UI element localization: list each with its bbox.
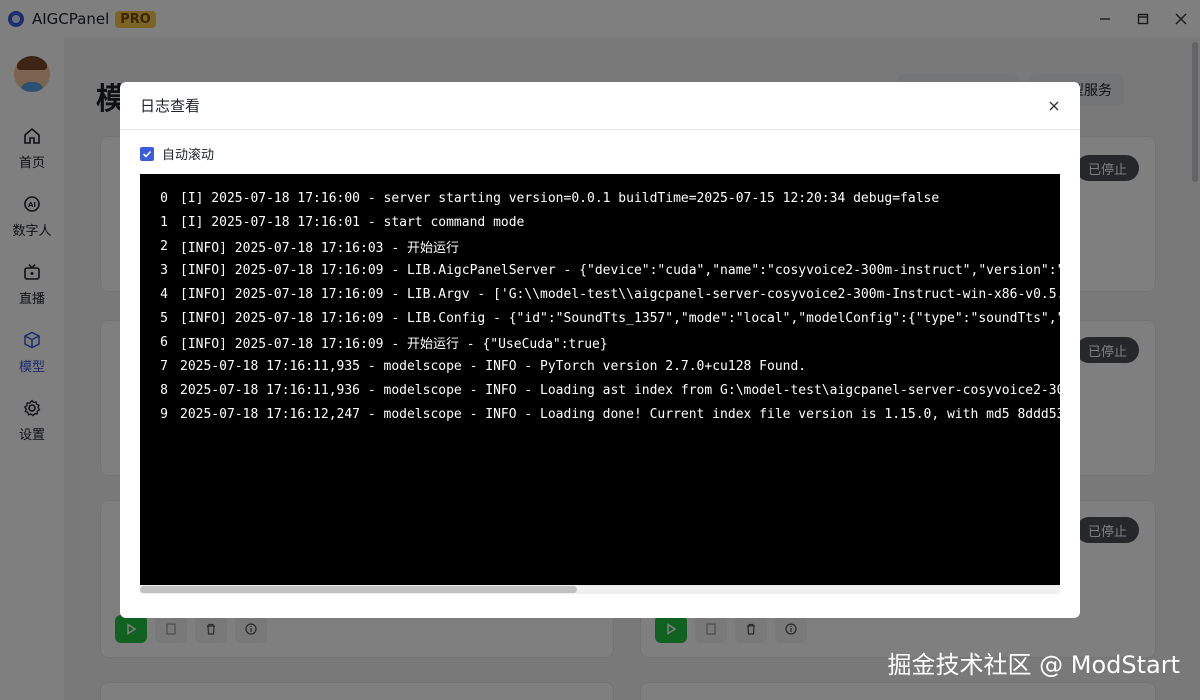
log-line-text: [INFO] 2025-07-18 17:16:03 - 开始运行 bbox=[180, 240, 459, 256]
auto-scroll-toggle[interactable]: 自动滚动 bbox=[140, 144, 214, 163]
log-line: 3 [INFO] 2025-07-18 17:16:09 - LIB.AigcPa… bbox=[140, 258, 1060, 282]
log-line-text: [I] 2025-07-18 17:16:00 - server startin… bbox=[180, 190, 940, 206]
log-horizontal-scrollbar[interactable] bbox=[140, 585, 1060, 594]
log-line-text: [I] 2025-07-18 17:16:01 - start command … bbox=[180, 214, 525, 230]
log-line-number: 1 bbox=[160, 214, 168, 230]
log-line-number: 5 bbox=[160, 310, 168, 326]
log-line: 2 [INFO] 2025-07-18 17:16:03 - 开始运行 bbox=[140, 234, 1060, 258]
auto-scroll-label: 自动滚动 bbox=[162, 148, 215, 163]
log-output[interactable]: 0 [I] 2025-07-18 17:16:00 - server starti… bbox=[140, 174, 1060, 594]
log-line-text: 2025-07-18 17:16:11,936 - modelscope - I… bbox=[180, 382, 1060, 398]
log-line-number: 7 bbox=[160, 358, 168, 374]
log-line: 4 [INFO] 2025-07-18 17:16:09 - LIB.Argv -… bbox=[140, 282, 1060, 306]
log-line-number: 6 bbox=[160, 334, 168, 350]
log-line: 6 [INFO] 2025-07-18 17:16:09 - 开始运行 - {"U… bbox=[140, 330, 1060, 354]
log-viewer-dialog: 日志查看 自动滚动 0 [I] 2025-07-18 17:16:00 - ser… bbox=[120, 82, 1080, 618]
log-line-number: 0 bbox=[160, 190, 168, 206]
log-line: 8 2025-07-18 17:16:11,936 - modelscope - … bbox=[140, 378, 1060, 402]
log-scrollbar-thumb[interactable] bbox=[140, 586, 577, 593]
log-line-text: [INFO] 2025-07-18 17:16:09 - LIB.AigcPan… bbox=[180, 262, 1060, 278]
dialog-title: 日志查看 bbox=[140, 97, 201, 115]
check-icon bbox=[142, 150, 152, 158]
log-line: 7 2025-07-18 17:16:11,935 - modelscope - … bbox=[140, 354, 1060, 378]
close-icon bbox=[1049, 101, 1059, 111]
log-line-number: 2 bbox=[160, 238, 168, 254]
log-line-text: [INFO] 2025-07-18 17:16:09 - LIB.Config … bbox=[180, 310, 1060, 326]
log-line-text: 2025-07-18 17:16:12,247 - modelscope - I… bbox=[180, 406, 1060, 422]
log-line-text: [INFO] 2025-07-18 17:16:09 - LIB.Argv - … bbox=[180, 286, 1060, 302]
log-lines: 0 [I] 2025-07-18 17:16:00 - server starti… bbox=[140, 186, 1060, 426]
log-line: 5 [INFO] 2025-07-18 17:16:09 - LIB.Config… bbox=[140, 306, 1060, 330]
dialog-header: 日志查看 bbox=[120, 82, 1080, 130]
log-line-number: 4 bbox=[160, 286, 168, 302]
log-line: 0 [I] 2025-07-18 17:16:00 - server starti… bbox=[140, 186, 1060, 210]
log-line-number: 9 bbox=[160, 406, 168, 422]
log-line: 9 2025-07-18 17:16:12,247 - modelscope - … bbox=[140, 402, 1060, 426]
log-line-text: [INFO] 2025-07-18 17:16:09 - 开始运行 - {"Us… bbox=[180, 336, 608, 352]
dialog-close-button[interactable] bbox=[1044, 96, 1064, 116]
auto-scroll-checkbox[interactable] bbox=[140, 146, 154, 161]
log-line-text: 2025-07-18 17:16:11,935 - modelscope - I… bbox=[180, 358, 807, 374]
watermark: 掘金技术社区 @ ModStart bbox=[887, 651, 1180, 679]
log-line-number: 8 bbox=[160, 382, 168, 398]
log-line-number: 3 bbox=[160, 262, 168, 278]
log-line: 1 [I] 2025-07-18 17:16:01 - start command… bbox=[140, 210, 1060, 234]
